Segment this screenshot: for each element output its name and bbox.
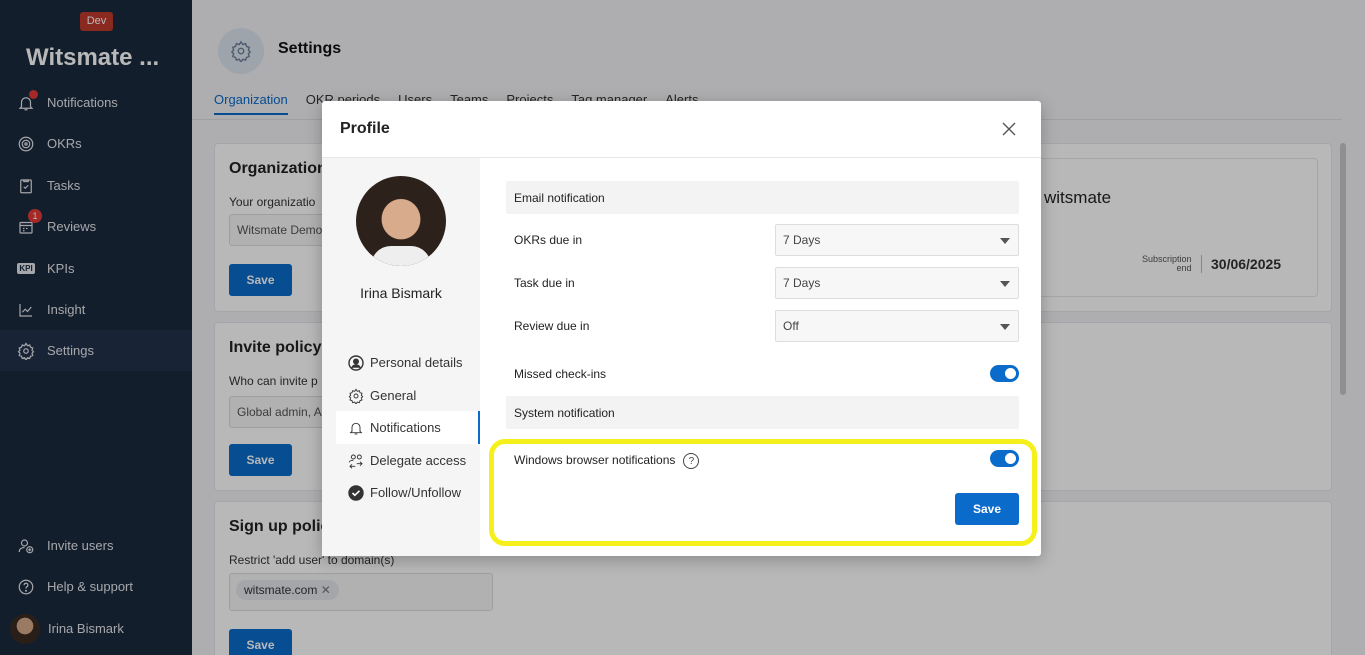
- bell-icon: [349, 422, 363, 434]
- profile-modal: Profile Irina Bismark Personal details G…: [322, 101, 1041, 556]
- okrs-due-label: OKRs due in: [514, 233, 583, 247]
- missed-checkins-toggle[interactable]: [990, 365, 1019, 382]
- chevron-down-icon: [1000, 238, 1010, 244]
- menu-general[interactable]: General: [336, 379, 480, 412]
- gear-icon: [348, 387, 364, 404]
- menu-personal-details[interactable]: Personal details: [336, 346, 480, 379]
- review-due-label: Review due in: [514, 319, 590, 333]
- task-due-label: Task due in: [514, 276, 575, 290]
- modal-title: Profile: [340, 120, 390, 137]
- menu-notifications[interactable]: Notifications: [336, 411, 480, 444]
- check-circle-icon: [348, 484, 364, 501]
- avatar: [356, 176, 446, 266]
- review-due-select[interactable]: Off: [775, 310, 1019, 342]
- task-due-select[interactable]: 7 Days: [775, 267, 1019, 299]
- missed-checkins-label: Missed check-ins: [514, 367, 607, 381]
- chevron-down-icon: [1000, 324, 1010, 330]
- menu-follow-unfollow[interactable]: Follow/Unfollow: [336, 476, 480, 509]
- profile-side-menu: Irina Bismark Personal details General N…: [322, 158, 480, 556]
- modal-header: Profile: [322, 101, 1041, 158]
- close-icon[interactable]: [1001, 121, 1017, 137]
- profile-user-name: Irina Bismark: [360, 285, 442, 301]
- email-notification-header: Email notification: [506, 181, 1019, 214]
- menu-delegate-access[interactable]: Delegate access: [336, 444, 480, 477]
- person-circle-icon: [348, 354, 364, 371]
- chevron-down-icon: [1000, 281, 1010, 287]
- system-notification-header: System notification: [506, 396, 1019, 429]
- delegate-icon: [348, 454, 363, 469]
- okrs-due-select[interactable]: 7 Days: [775, 224, 1019, 256]
- highlight-box: [489, 439, 1037, 546]
